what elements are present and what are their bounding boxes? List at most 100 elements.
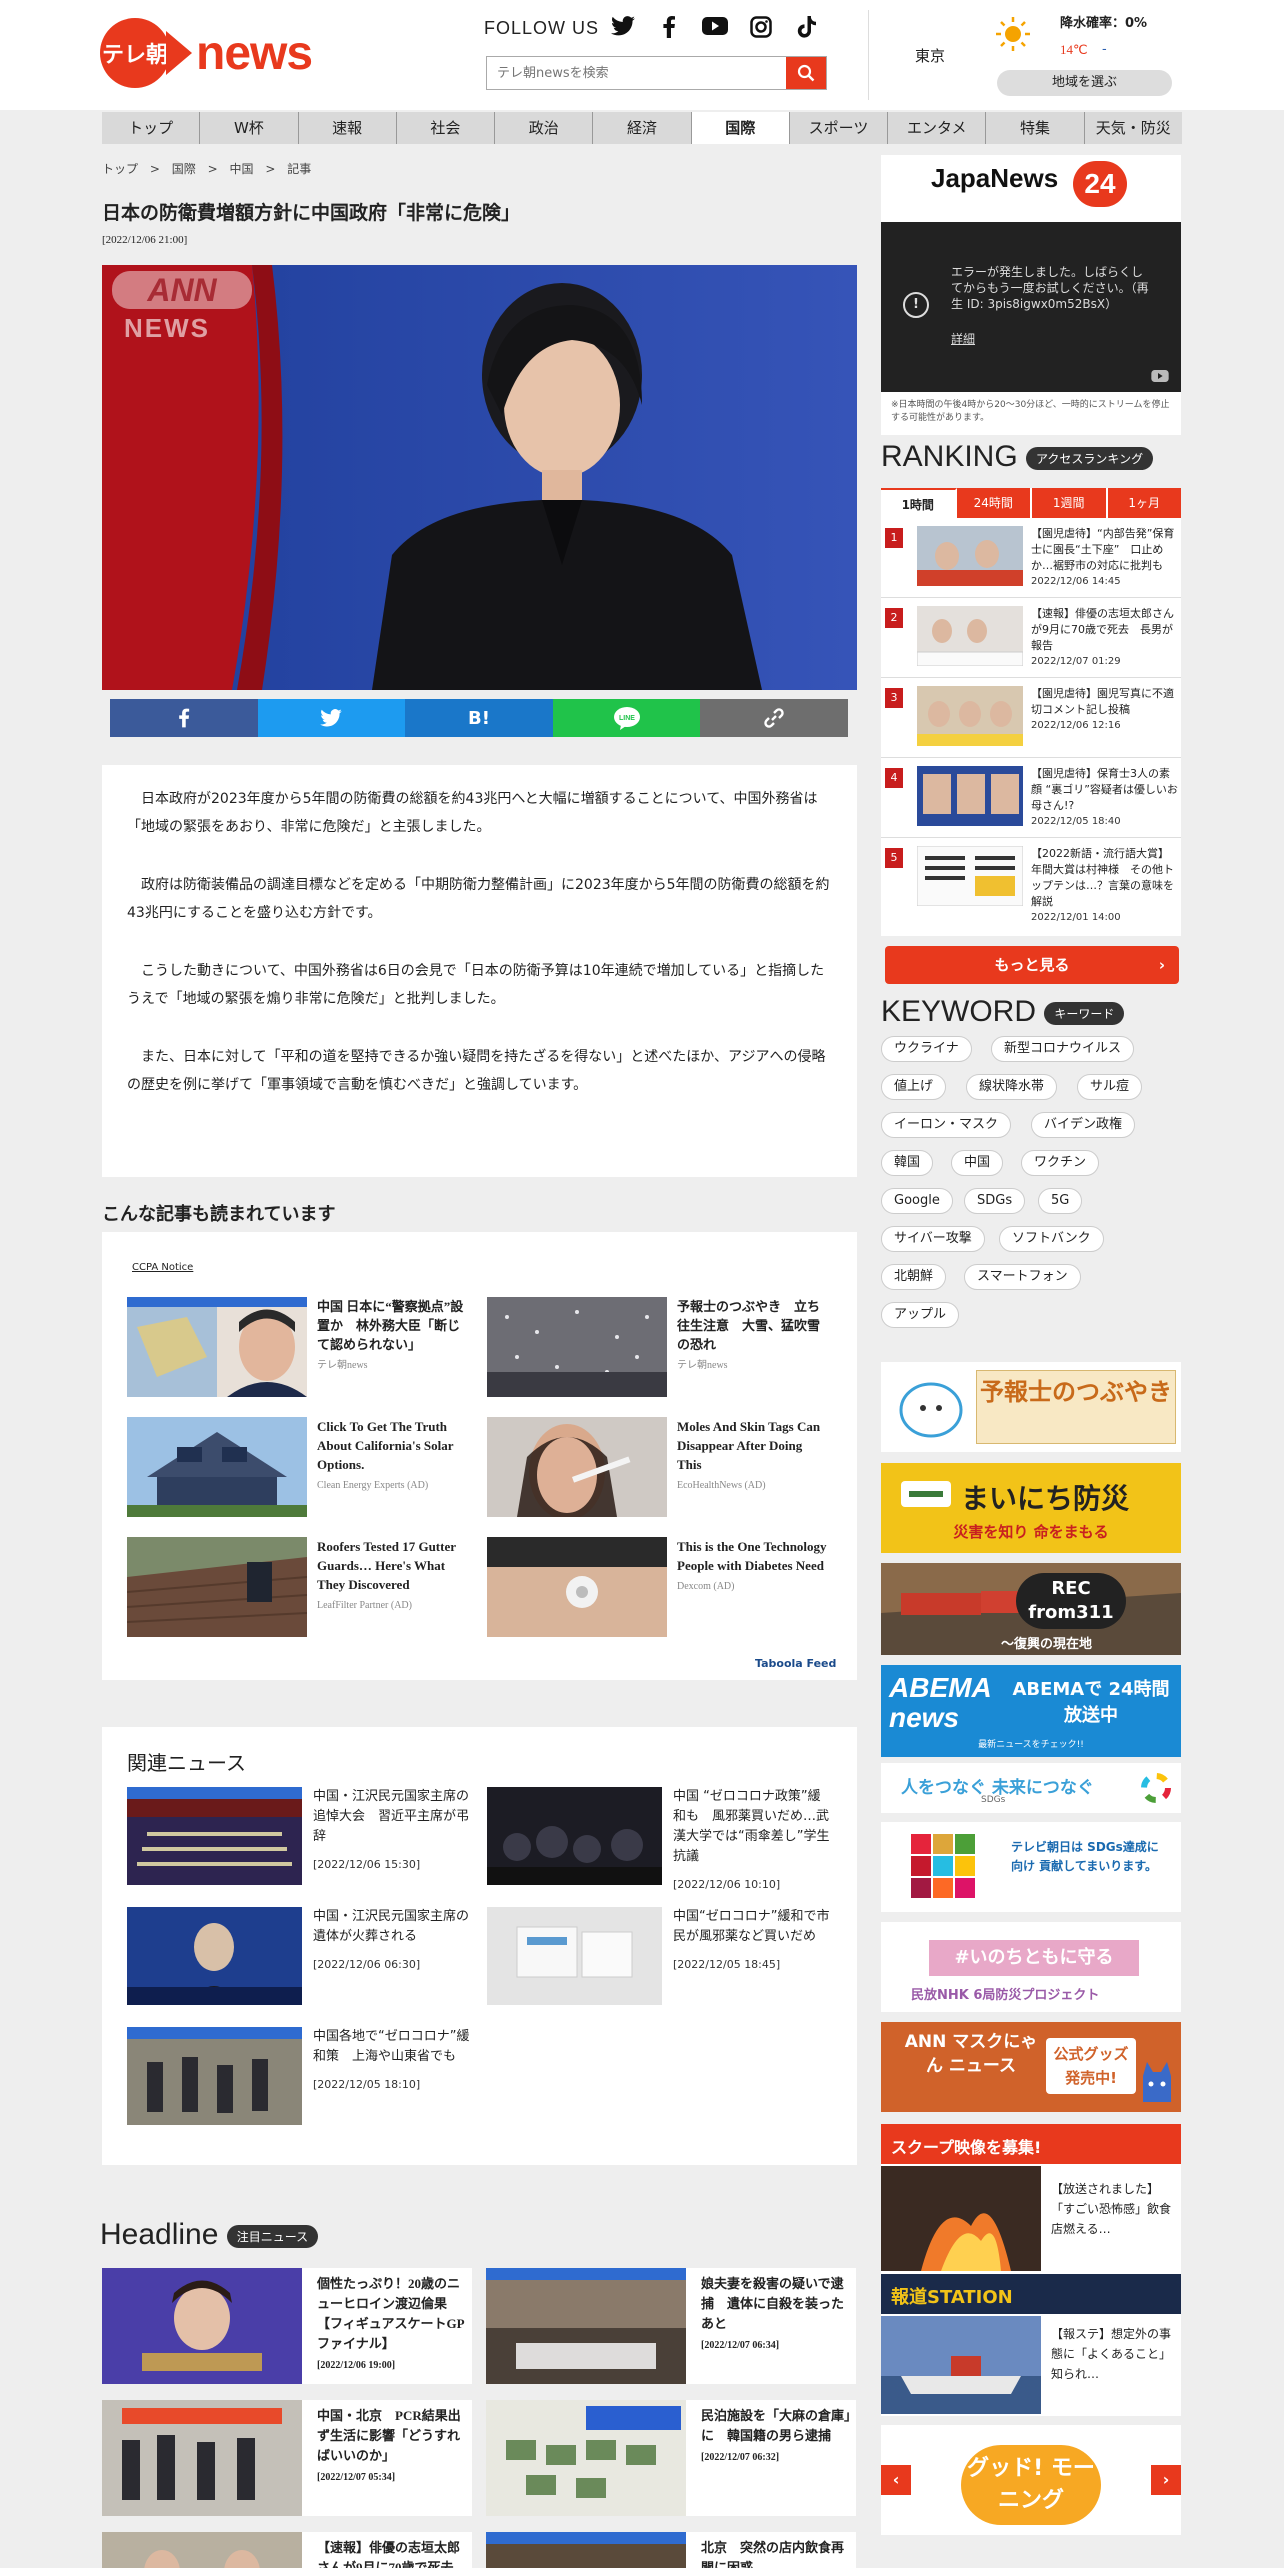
headline-item[interactable]: 個性たっぷり！20歳のニューヒロイン渡辺倫果【フィギュアスケートGPファイナル】…: [102, 2268, 472, 2384]
article-paragraph: 日本政府が2023年度から5年間の防衛費の総額を約43兆円へと大幅に増額すること…: [127, 791, 818, 835]
youtube-icon[interactable]: [692, 16, 738, 44]
nav-top[interactable]: トップ: [102, 112, 201, 144]
tvasahi-sdgs-banner[interactable]: テレビ朝日は SDGs達成に向け 貢献してまいります。: [881, 1822, 1181, 1912]
headline-item[interactable]: 北京 突然の店内飲食再開に困惑: [486, 2532, 856, 2568]
related-item[interactable]: 中国“ゼロコロナ”緩和で市民が風邪薬など買いだめ [2022/12/05 18:4…: [487, 1907, 829, 2007]
headline-item[interactable]: 娘夫妻を殺害の疑いで逮捕 遺体に自殺を装ったあと [2022/12/07 06:3…: [486, 2268, 856, 2384]
related-headline: 中国 “ゼロコロナ政策”緩和も 風邪薬買いだめ…武漢大学では“雨傘差し”学生抗議: [673, 1789, 830, 1864]
breadcrumb-international[interactable]: 国際: [172, 162, 196, 176]
nav-entertainment[interactable]: エンタメ: [888, 112, 987, 144]
related-item[interactable]: 中国・江沢民元国家主席の遺体が火葬される [2022/12/06 06:30]: [127, 1907, 469, 2007]
related-item[interactable]: 中国各地で“ゼロコロナ”緩和策 上海や山東省でも [2022/12/05 18:1…: [127, 2027, 470, 2127]
twitter-icon[interactable]: [600, 16, 646, 44]
keyword-tag[interactable]: SDGs: [964, 1188, 1026, 1214]
more-ranking-button[interactable]: もっと見る ›: [885, 946, 1179, 984]
ranking-item[interactable]: 5 【2022新語・流行語大賞】年間大賞は村神様 その他トップテンは…？言葉の意…: [881, 838, 1181, 923]
related-date: [2022/12/06 10:10]: [673, 1878, 781, 1891]
sns-links: [600, 16, 830, 44]
ranking-item[interactable]: 1 【園児虐待】“内部告発”保育士に園長“土下座” 口止めか…裾野市の対応に批判…: [881, 518, 1181, 598]
ranking-item[interactable]: 2 【速報】俳優の志垣太郎さんが9月に70歳で死去 長男が報告 2022/12/0…: [881, 598, 1181, 678]
tab-1week[interactable]: 1週間: [1032, 488, 1108, 518]
tiktok-icon[interactable]: [784, 16, 830, 44]
keyword-tag[interactable]: ワクチン: [1021, 1150, 1100, 1176]
sdgs-label: SDGs: [981, 1795, 1006, 1805]
keyword-tag[interactable]: Google: [881, 1188, 953, 1214]
keyword-tag[interactable]: スマートフォン: [964, 1264, 1081, 1290]
search-input[interactable]: [487, 57, 786, 89]
instagram-icon[interactable]: [738, 16, 784, 44]
ranking-item[interactable]: 3 【園児虐待】園児写真に不適切コメント記し投稿 2022/12/06 12:16: [881, 678, 1181, 758]
nav-worldcup[interactable]: W杯: [200, 112, 299, 144]
keyword-tag[interactable]: 線状降水帯: [966, 1074, 1058, 1100]
keyword-tag[interactable]: イーロン・マスク: [881, 1112, 1012, 1138]
region-select-button[interactable]: 地域を選ぶ: [997, 70, 1172, 96]
keyword-tag[interactable]: 値上げ: [881, 1074, 947, 1100]
scoop-banner[interactable]: スクープ映像を募集! 【放送されました】「すごい恐怖感」飲食店燃える…: [881, 2124, 1181, 2274]
share-hatena-button[interactable]: B!: [405, 699, 553, 737]
related-headline: 中国各地で“ゼロコロナ”緩和策 上海や山東省でも: [313, 2029, 470, 2064]
headline-text: 個性たっぷり！20歳のニューヒロイン渡辺倫果【フィギュアスケートGPファイナル】: [317, 2276, 465, 2351]
keyword-tag[interactable]: サイバー攻撃: [881, 1226, 985, 1252]
recommend-item[interactable]: 中国 日本に“警察拠点”設置か 林外務大臣「断じて認められない」 テレ朝news: [127, 1297, 467, 1399]
site-logo[interactable]: テレ朝 news: [100, 18, 313, 88]
recommend-item[interactable]: This is the One Technology People with D…: [487, 1537, 827, 1639]
houdou-station-banner[interactable]: 報道STATION 【報ステ】想定外の事態に「よくあること」知られ…: [881, 2274, 1181, 2416]
ranking-headline: 【2022新語・流行語大賞】年間大賞は村神様 その他トップテンは…？言葉の意味を…: [1031, 847, 1174, 908]
keyword-tag[interactable]: 5G: [1038, 1188, 1083, 1214]
good-morning-banner[interactable]: ‹ › グッド! モーニング: [881, 2425, 1181, 2535]
headline-item[interactable]: 中国・北京 PCR結果出ず生活に影響「どうすればいいのか」 [2022/12/07…: [102, 2400, 472, 2516]
nav-international[interactable]: 国際: [691, 112, 790, 144]
keyword-tag[interactable]: ソフトバンク: [999, 1226, 1104, 1252]
tab-1month[interactable]: 1ヶ月: [1107, 488, 1181, 518]
nav-features[interactable]: 特集: [986, 112, 1085, 144]
nav-weather[interactable]: 天気・防災: [1085, 112, 1182, 144]
taboola-feed-label[interactable]: Taboola Feed: [755, 1657, 836, 1670]
breadcrumb-china[interactable]: 中国: [229, 162, 253, 176]
carousel-next-button[interactable]: ›: [1151, 2465, 1181, 2495]
breadcrumb-top[interactable]: トップ: [102, 162, 138, 176]
tab-24hours[interactable]: 24時間: [956, 488, 1032, 518]
recommend-item[interactable]: Click To Get The Truth About California'…: [127, 1417, 467, 1519]
share-facebook-button[interactable]: [110, 699, 258, 737]
headline-item[interactable]: 民泊施設を「大麻の倉庫」に 韓国籍の男ら逮捕 [2022/12/07 06:32]: [486, 2400, 856, 2516]
rec-from311-banner[interactable]: REC from311 ～復興の現在地: [881, 1563, 1181, 1655]
video-player[interactable]: ! エラーが発生しました。しばらくしてからもう一度お試しください。（再生 ID:…: [881, 222, 1181, 392]
keyword-tag[interactable]: 中国: [951, 1150, 1004, 1176]
video-error-detail-link[interactable]: 詳細: [951, 330, 975, 347]
facebook-icon[interactable]: [646, 16, 692, 44]
search-button[interactable]: [786, 57, 826, 89]
share-twitter-button[interactable]: [257, 699, 406, 737]
nav-society[interactable]: 社会: [397, 112, 496, 144]
tab-1hour[interactable]: 1時間: [881, 488, 957, 518]
ccpa-notice-link[interactable]: CCPA Notice: [132, 1262, 193, 1273]
abema-news-banner[interactable]: ABEMA news ABEMAで 24時間放送中 最新ニュースをチェック!!: [881, 1665, 1181, 1757]
yohoshi-banner[interactable]: 予報士のつぶやき: [881, 1362, 1181, 1452]
carousel-prev-button[interactable]: ‹: [881, 2465, 911, 2495]
ranking-item[interactable]: 4 【園児虐待】保育士3人の素顔 “裏ゴリ”容疑者は優しいお母さん!? 2022/…: [881, 758, 1181, 838]
share-line-button[interactable]: LINE: [552, 699, 701, 737]
keyword-tag[interactable]: ウクライナ: [881, 1036, 972, 1062]
nav-economy[interactable]: 経済: [593, 112, 692, 144]
share-link-button[interactable]: [700, 699, 848, 737]
recommend-item[interactable]: 予報士のつぶやき 立ち往生注意 大雪、猛吹雪の恐れ テレ朝news: [487, 1297, 827, 1399]
sdgs-banner[interactable]: 人をつなぐ 未来につなぐ SDGs: [881, 1763, 1181, 1813]
headline-date: [2022/12/07 06:32]: [701, 2452, 780, 2463]
mask-nyan-banner[interactable]: ANN マスクにゃん ニュース 公式グッズ 発売中!: [881, 2022, 1181, 2112]
keyword-tag[interactable]: アップル: [881, 1302, 960, 1328]
keyword-tag[interactable]: 韓国: [881, 1150, 934, 1176]
keyword-tag[interactable]: 北朝鮮: [881, 1264, 947, 1290]
keyword-tag[interactable]: 新型コロナウイルス: [991, 1036, 1135, 1062]
keyword-tag[interactable]: サル痘: [1077, 1074, 1143, 1100]
headline-item[interactable]: 【速報】俳優の志垣太郎さんが9月に70歳で死去: [102, 2532, 472, 2568]
related-item[interactable]: 中国 “ゼロコロナ政策”緩和も 風邪薬買いだめ…武漢大学では“雨傘差し”学生抗議…: [487, 1787, 830, 1891]
nav-breaking[interactable]: 速報: [299, 112, 397, 144]
keyword-tag[interactable]: バイデン政権: [1031, 1112, 1136, 1138]
nav-politics[interactable]: 政治: [495, 112, 594, 144]
mainichi-bosai-banner[interactable]: まいにち防災 災害を知り 命をまもる: [881, 1463, 1181, 1553]
inochi-banner[interactable]: #いのちともに守る 民放NHK 6局防災プロジェクト: [881, 1922, 1181, 2012]
recommend-item[interactable]: Moles And Skin Tags Can Disappear After …: [487, 1417, 827, 1519]
nav-sports[interactable]: スポーツ: [790, 112, 889, 144]
related-item[interactable]: 中国・江沢民元国家主席の追悼大会 習近平主席が弔辞 [2022/12/06 15:…: [127, 1787, 469, 1887]
recommend-item[interactable]: Roofers Tested 17 Gutter Guards… Here's …: [127, 1537, 467, 1639]
ranking-tabs: 1時間 24時間 1週間 1ヶ月: [881, 488, 1181, 518]
